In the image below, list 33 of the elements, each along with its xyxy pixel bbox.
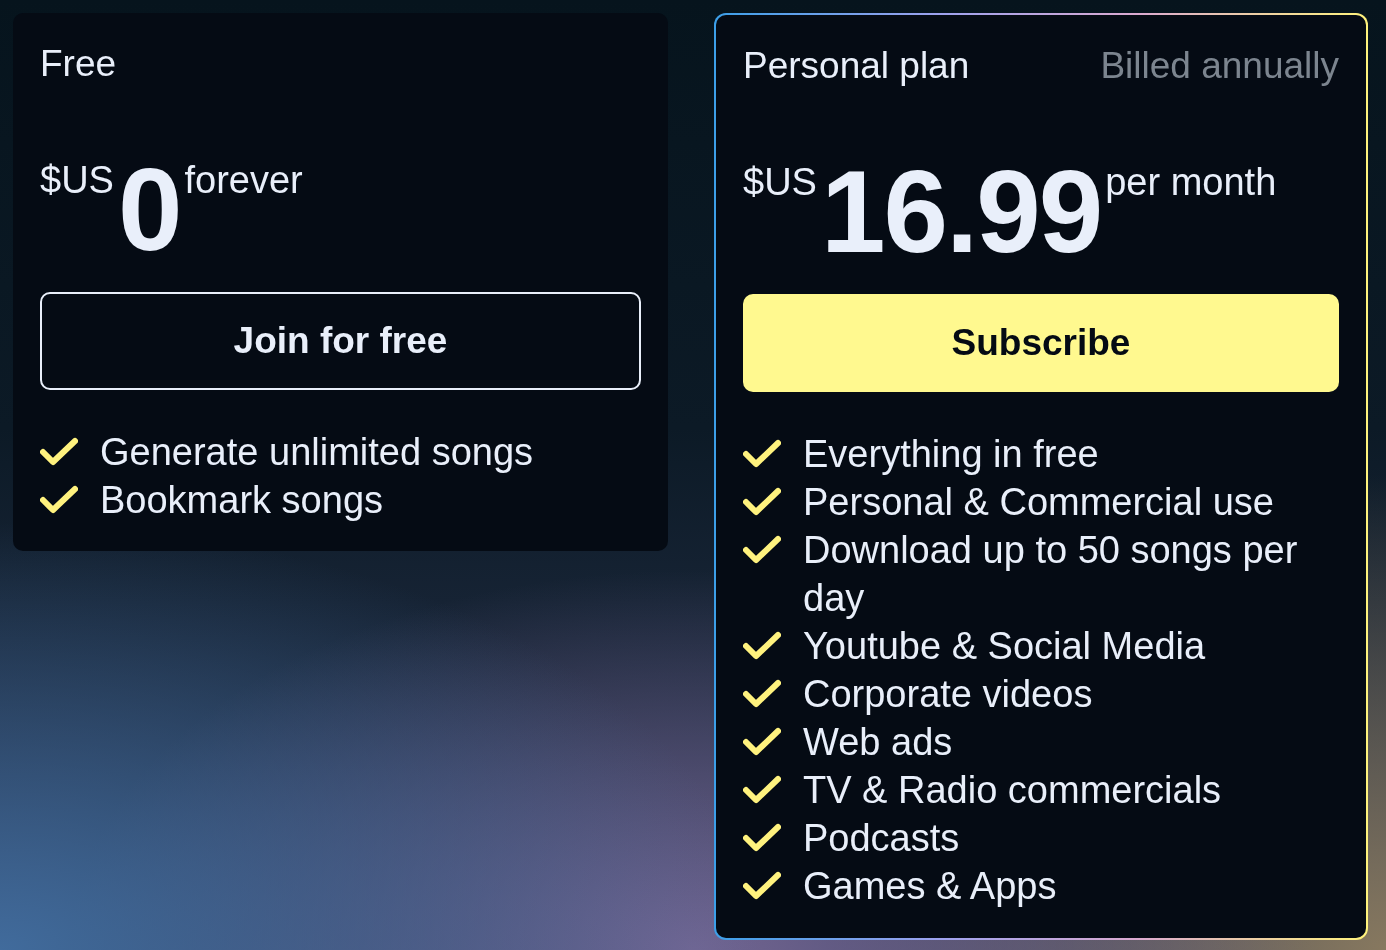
- feature-text: TV & Radio commercials: [803, 768, 1222, 813]
- feature-text: Generate unlimited songs: [100, 430, 534, 475]
- plan-title: Personal plan: [743, 44, 970, 88]
- price-amount: 16.99: [820, 162, 1102, 262]
- feature-text: Podcasts: [803, 816, 960, 861]
- check-icon: [743, 487, 781, 517]
- check-icon: [743, 727, 781, 757]
- plan-title: Free: [40, 42, 117, 86]
- currency-label: $US: [743, 162, 817, 203]
- check-icon: [743, 871, 781, 901]
- billing-note: Billed annually: [1100, 44, 1339, 88]
- feature-text: Corporate videos: [803, 672, 1093, 717]
- feature-text: Personal & Commercial use: [803, 480, 1274, 525]
- join-button[interactable]: Join for free: [40, 292, 641, 390]
- feature-text: Youtube & Social Media: [803, 624, 1206, 669]
- price-period: forever: [184, 160, 303, 201]
- feature-text: Download up to 50 songs per day: [803, 528, 1299, 621]
- feature-text: Web ads: [803, 720, 953, 765]
- check-icon: [743, 631, 781, 661]
- check-icon: [743, 823, 781, 853]
- currency-label: $US: [40, 160, 114, 201]
- check-icon: [40, 485, 78, 515]
- check-icon: [743, 775, 781, 805]
- price-period: per month: [1105, 162, 1277, 203]
- check-icon: [743, 535, 781, 565]
- feature-text: Games & Apps: [803, 864, 1057, 909]
- check-icon: [743, 679, 781, 709]
- check-icon: [743, 439, 781, 469]
- feature-text: Everything in free: [803, 432, 1099, 477]
- subscribe-button[interactable]: Subscribe: [743, 294, 1339, 392]
- price-amount: 0: [117, 160, 181, 260]
- check-icon: [40, 437, 78, 467]
- feature-text: Bookmark songs: [100, 478, 383, 523]
